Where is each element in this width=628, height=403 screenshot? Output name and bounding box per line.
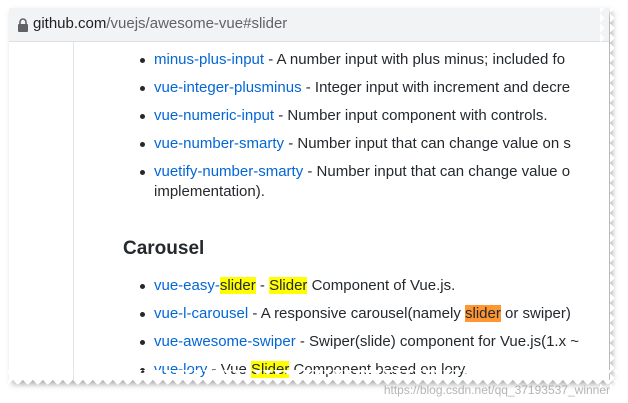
list-item: vue-integer-plusminus - Integer input wi… — [139, 78, 571, 98]
watermark: https://blog.csdn.net/qq_37193537_winner — [383, 383, 610, 397]
readme-content: minus-plus-input - A number input with p… — [9, 42, 609, 380]
list-item: vue-awesome-swiper - Swiper(slide) compo… — [139, 332, 580, 352]
library-description: - Integer input with increment and decre — [301, 79, 571, 96]
address-bar[interactable]: github.com/vuejs/awesome-vue#slider — [9, 8, 609, 42]
section-heading-carousel: Carousel — [123, 238, 205, 259]
list-item: minus-plus-input - A number input with p… — [139, 50, 566, 70]
library-description: - Swiper(slide) component for Vue.js(1.x… — [295, 333, 580, 350]
browser-screenshot: github.com/vuejs/awesome-vue#slider minu… — [9, 8, 609, 380]
url-text[interactable]: github.com/vuejs/awesome-vue#slider — [33, 15, 287, 32]
library-description: - Number input that can change value on … — [284, 135, 571, 152]
list-item: vue-numeric-input - Number input compone… — [140, 106, 548, 126]
library-description: - Number input component with controls. — [274, 107, 548, 124]
url-host: github.com — [33, 15, 107, 32]
torn-edge-right — [600, 8, 620, 388]
library-description: - A responsive carousel(namely — [248, 305, 465, 322]
library-description: - A number input with plus minus; includ… — [264, 51, 566, 68]
library-link[interactable]: vue-awesome-swiper — [154, 333, 296, 350]
library-link[interactable]: vue-l-carousel — [154, 305, 248, 322]
list-item: vue-number-smarty - Number input that ca… — [140, 134, 571, 154]
library-description: Component of Vue.js. — [307, 277, 456, 294]
library-link[interactable]: vue-numeric-input — [154, 107, 274, 124]
active-search-highlight: slider — [465, 305, 501, 322]
url-path: /vuejs/awesome-vue#slider — [106, 15, 288, 32]
list-item: vuetify-number-smarty - Number input tha… — [139, 162, 571, 202]
library-description-continued: implementation). — [154, 183, 265, 200]
library-link[interactable]: minus-plus-input — [154, 51, 264, 68]
file-tree-divider — [73, 42, 74, 380]
search-highlight: Slider — [269, 277, 308, 294]
search-highlight: slider — [219, 277, 256, 294]
library-description: - Number input that can change value o — [303, 163, 571, 180]
list-item: vue-easy-slider - Slider Component of Vu… — [139, 277, 456, 294]
list-item: vue-l-carousel - A responsive carousel(n… — [140, 305, 571, 322]
library-link[interactable]: vue-easy-slider — [154, 277, 256, 294]
library-link[interactable]: vuetify-number-smarty — [154, 163, 303, 180]
lock-icon — [18, 18, 28, 32]
library-link[interactable]: vue-integer-plusminus — [154, 79, 302, 96]
library-link[interactable]: vue-number-smarty — [154, 135, 284, 152]
